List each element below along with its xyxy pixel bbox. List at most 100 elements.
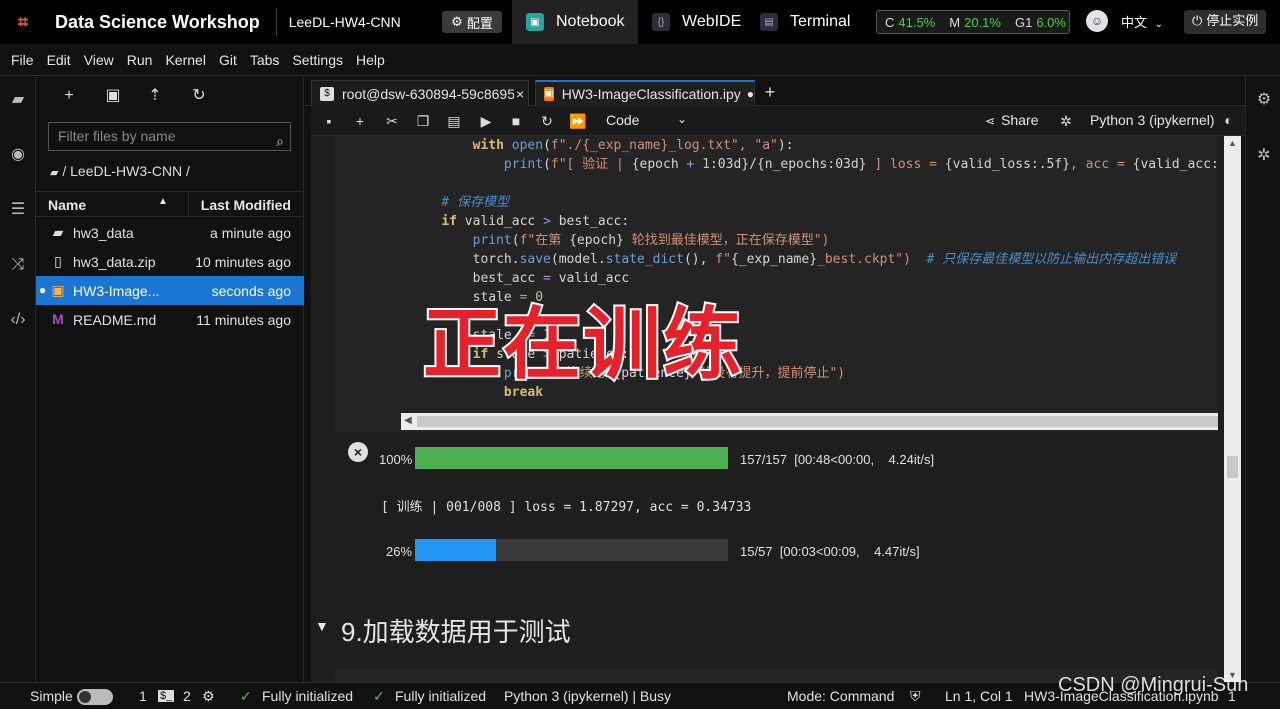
terminal-count[interactable]: 1	[139, 688, 147, 704]
toggle-knob	[79, 691, 91, 703]
tab-label: HW3-ImageClassification.ipy	[561, 86, 741, 102]
notebook-panel[interactable]: with open(f"./{_exp_name}_log.txt", "a")…	[311, 136, 1224, 682]
stop-icon[interactable]: ■	[507, 112, 525, 130]
file-row-selected[interactable]: ● ▣ HW3-Image... seconds ago	[36, 276, 304, 305]
refresh-icon[interactable]: ↻	[188, 85, 210, 107]
stop-instance-button[interactable]: ⏻ 停止实例	[1184, 10, 1266, 34]
menu-file[interactable]: File	[11, 52, 34, 68]
menu-run[interactable]: Run	[127, 52, 153, 68]
tab-terminal-session[interactable]: $ root@dsw-630894-59c86959 ×	[311, 80, 529, 106]
tab-terminal[interactable]: ▤ Terminal	[746, 0, 858, 44]
filter-placeholder: Filter files by name	[58, 128, 176, 144]
debugger-icon[interactable]: ✲	[1255, 147, 1273, 165]
user-avatar[interactable]: ☺	[1086, 10, 1108, 32]
tab-webide[interactable]: {} WebIDE	[638, 0, 748, 44]
code-icon[interactable]: ‹/›	[7, 309, 29, 331]
kernel-status[interactable]: Python 3 (ipykernel) | Busy	[504, 688, 671, 704]
file-browser: + ▣ ⇡ ↻ Filter files by name ⌕ ▰ / LeeDL…	[36, 77, 304, 682]
header-divider	[275, 8, 277, 36]
sort-up-icon[interactable]: ▲	[158, 196, 168, 207]
new-launcher-icon[interactable]: +	[58, 85, 80, 107]
training-log-line: [ 训练 | 001/008 ] loss = 1.87297, acc = 0…	[381, 500, 752, 515]
collapse-caret-icon[interactable]: ▼	[315, 618, 329, 634]
copy-icon[interactable]: ❐	[414, 112, 432, 130]
share-button[interactable]: ⋖ Share	[985, 112, 1038, 128]
column-divider[interactable]	[188, 192, 189, 216]
tab-notebook-file[interactable]: ▣ HW3-ImageClassification.ipy ●	[535, 80, 755, 106]
breadcrumb[interactable]: ▰ / LeeDL-HW3-CNN /	[50, 163, 190, 179]
git-icon[interactable]: ⤨	[7, 254, 29, 276]
terminal-icon: ▤	[760, 13, 778, 31]
paste-icon[interactable]: ▤	[445, 112, 463, 130]
add-tab-icon[interactable]: +	[757, 81, 783, 103]
run-all-icon[interactable]: ⏩	[569, 112, 587, 130]
file-row[interactable]: ▯ hw3_data.zip 10 minutes ago	[36, 247, 304, 276]
cut-icon[interactable]: ✂	[383, 112, 401, 130]
gpu-value: 6.0%	[1036, 14, 1066, 30]
simple-mode-toggle[interactable]	[77, 689, 113, 705]
property-inspector-icon[interactable]: ⚙	[1255, 91, 1273, 109]
menu-edit[interactable]: Edit	[47, 52, 71, 68]
horizontal-scrollbar[interactable]: ◀ ▶	[401, 413, 1218, 430]
brand-logo: ⌗	[17, 12, 29, 32]
bug-icon[interactable]: ✲	[1057, 112, 1075, 130]
scrollbar-thumb[interactable]	[417, 416, 1218, 427]
language-selector[interactable]: 中文 ⌄	[1121, 12, 1163, 31]
vertical-scrollbar[interactable]: ▲ ▼	[1224, 136, 1241, 682]
project-name[interactable]: LeeDL-HW4-CNN	[289, 14, 401, 30]
insert-cell-icon[interactable]: +	[351, 112, 369, 130]
resource-monitor[interactable]: C 41.5% M 20.1% G1 6.0%	[876, 10, 1070, 34]
save-icon[interactable]: ▪	[320, 112, 338, 130]
markdown-icon: M	[52, 311, 64, 327]
scroll-up-icon[interactable]: ▲	[1228, 138, 1237, 148]
gpu-label: G1	[1014, 14, 1033, 30]
running-icon[interactable]: ◉	[7, 144, 29, 166]
menu-tabs[interactable]: Tabs	[250, 52, 280, 68]
menu-settings[interactable]: Settings	[292, 52, 343, 68]
menu-git[interactable]: Git	[219, 52, 237, 68]
terminal-icon[interactable]: $_	[158, 690, 175, 702]
breadcrumb-path: / LeeDL-HW3-CNN /	[62, 163, 190, 179]
unsaved-dot-icon[interactable]: ●	[747, 87, 754, 101]
toc-icon[interactable]: ☰	[7, 199, 29, 221]
kernel-name[interactable]: Python 3 (ipykernel) ◐	[1090, 112, 1233, 128]
file-icon: ▯	[54, 253, 62, 269]
kernel-label: Python 3 (ipykernel)	[1090, 112, 1215, 128]
clear-output-icon[interactable]: ×	[348, 442, 368, 462]
restart-icon[interactable]: ↻	[538, 112, 556, 130]
command-mode: Mode: Command	[787, 688, 895, 704]
folder-icon[interactable]: ▰	[7, 89, 29, 111]
cell-type-select[interactable]: Code	[606, 112, 639, 128]
menu-view[interactable]: View	[84, 52, 114, 68]
file-row[interactable]: ▰ hw3_data a minute ago	[36, 218, 304, 247]
tab-notebook[interactable]: ▣ Notebook	[512, 0, 638, 44]
kernel-count[interactable]: 2	[183, 688, 191, 704]
share-icon: ⋖	[985, 114, 996, 128]
chevron-down-icon[interactable]: ⌄	[677, 112, 687, 126]
app-title: Data Science Workshop	[55, 11, 260, 32]
init-status-1[interactable]: Fully initialized	[262, 688, 353, 704]
scroll-left-icon[interactable]: ◀	[404, 415, 412, 426]
init-status-2[interactable]: Fully initialized	[395, 688, 486, 704]
shield-icon[interactable]: ⛨	[910, 688, 921, 705]
filter-files-input[interactable]: Filter files by name ⌕	[48, 122, 291, 151]
menu-kernel[interactable]: Kernel	[165, 52, 205, 68]
file-modified: seconds ago	[211, 283, 291, 299]
column-name[interactable]: Name	[48, 197, 86, 213]
menu-help[interactable]: Help	[356, 52, 385, 68]
gear-icon: ⚙	[451, 14, 463, 29]
scrollbar-thumb[interactable]	[1227, 456, 1238, 478]
kernel-chip-icon[interactable]: ⚙	[202, 688, 215, 705]
chevron-down-icon: ⌄	[1154, 19, 1164, 30]
column-last-modified[interactable]: Last Modified	[201, 197, 291, 213]
cursor-position[interactable]: Ln 1, Col 1	[945, 688, 1013, 704]
new-folder-icon[interactable]: ▣	[102, 85, 124, 107]
upload-icon[interactable]: ⇡	[144, 85, 166, 107]
tab-notebook-label: Notebook	[556, 13, 625, 30]
close-icon[interactable]: ×	[516, 86, 524, 102]
file-modified: a minute ago	[210, 225, 291, 241]
code-line: print(f"在第 {epoch} 轮找到最佳模型，正在保存模型")	[472, 233, 830, 248]
config-button[interactable]: ⚙ 配置	[442, 11, 502, 33]
file-row[interactable]: M README.md 11 minutes ago	[36, 305, 304, 334]
run-icon[interactable]: ▶	[477, 112, 495, 130]
